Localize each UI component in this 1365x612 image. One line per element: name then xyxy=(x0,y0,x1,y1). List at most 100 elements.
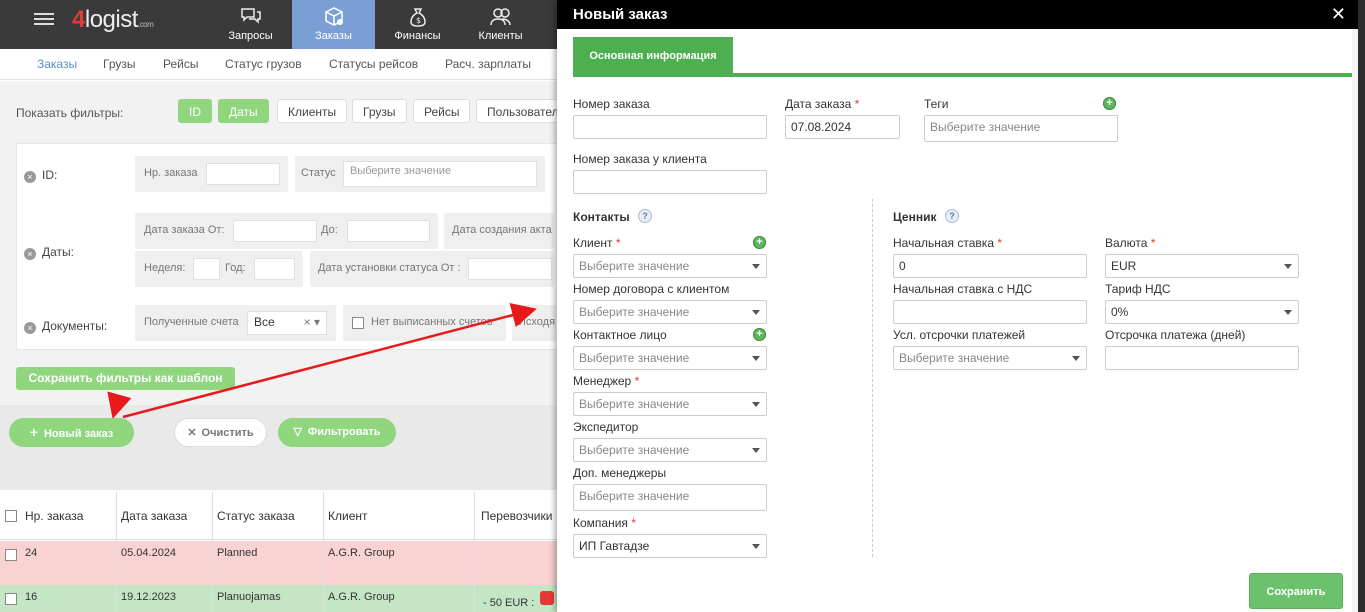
filter-button[interactable]: ▽ Фильтровать xyxy=(278,418,396,447)
remove-filter-icon[interactable]: × xyxy=(24,322,36,334)
order-no-filter-label: Нр. заказа xyxy=(144,167,198,179)
cell-order-no: 24 xyxy=(25,547,38,559)
cell-status: Planuojamas xyxy=(217,591,281,603)
clear-button[interactable]: ✕ Очистить xyxy=(174,418,267,447)
year-label: Год: xyxy=(225,262,246,274)
cell-order-no: 16 xyxy=(25,591,38,603)
nav-orders[interactable]: Заказы xyxy=(292,0,375,49)
currency-select[interactable]: EUR xyxy=(1105,254,1299,278)
not-issued-label: Нет выписанных счетов xyxy=(371,316,493,328)
document-icon[interactable] xyxy=(540,591,554,605)
page-scrollbar[interactable] xyxy=(1358,0,1365,612)
status-filter-select[interactable]: Выберите значение xyxy=(343,161,537,187)
col-order-no[interactable]: Нр. заказа xyxy=(25,509,83,523)
payment-terms-select[interactable]: Выберите значение xyxy=(893,346,1087,370)
cell-order-date: 05.04.2024 xyxy=(121,547,177,559)
select-all-checkbox[interactable] xyxy=(5,510,17,522)
col-client[interactable]: Клиент xyxy=(328,509,368,523)
contact-person-select[interactable]: Выберите значение xyxy=(573,346,767,370)
initial-rate-label: Начальная ставка * xyxy=(893,236,1003,250)
section-divider xyxy=(872,199,873,557)
nav-finance[interactable]: $ Финансы xyxy=(376,0,459,49)
payment-delay-input[interactable] xyxy=(1105,346,1299,370)
subnav-orders[interactable]: Заказы xyxy=(37,57,77,71)
filter-chip-users[interactable]: Пользовател xyxy=(476,99,569,123)
status-date-input[interactable] xyxy=(468,258,552,280)
filter-chip-id[interactable]: ID xyxy=(178,99,212,123)
nav-requests[interactable]: Запросы xyxy=(209,0,292,49)
order-date-label: Дата заказа * xyxy=(785,97,860,111)
subnav-trip-status[interactable]: Статусы рейсов xyxy=(329,57,418,71)
received-invoices-select[interactable]: Все × ▾ xyxy=(247,311,327,335)
order-no-filter-input[interactable] xyxy=(206,163,280,185)
client-select[interactable]: Выберите значение xyxy=(573,254,767,278)
order-date-input[interactable]: 07.08.2024 xyxy=(785,115,900,139)
plus-icon: + xyxy=(29,424,38,440)
cell-client[interactable]: A.G.R. Group xyxy=(328,591,395,603)
row-checkbox[interactable] xyxy=(5,549,17,561)
chevron-down-icon xyxy=(752,356,760,361)
order-date-from-label: Дата заказа От: xyxy=(144,224,225,236)
not-issued-checkbox[interactable] xyxy=(352,317,364,329)
nav-clients[interactable]: Клиенты xyxy=(459,0,542,49)
forwarder-label: Экспедитор xyxy=(573,420,639,434)
act-date-filter: Дата создания акта xyxy=(444,213,554,249)
close-icon[interactable]: ✕ xyxy=(1331,4,1346,24)
filter-chip-trips[interactable]: Рейсы xyxy=(413,99,471,123)
order-date-to-label: До: xyxy=(321,224,338,236)
extra-managers-label: Доп. менеджеры xyxy=(573,466,667,480)
col-order-status[interactable]: Статус заказа xyxy=(217,509,295,523)
tab-main-info[interactable]: Основная информация xyxy=(573,37,733,75)
filter-chip-clients[interactable]: Клиенты xyxy=(277,99,348,123)
initial-rate-vat-input[interactable] xyxy=(893,300,1087,324)
row-checkbox[interactable] xyxy=(5,593,17,605)
year-input[interactable] xyxy=(254,258,295,280)
cell-order-date: 19.12.2023 xyxy=(121,591,177,603)
subnav-cargo-status[interactable]: Статус грузов xyxy=(225,57,302,71)
week-input[interactable] xyxy=(193,258,220,280)
extra-managers-select[interactable]: Выберите значение xyxy=(573,484,767,511)
remove-filter-icon[interactable]: × xyxy=(24,248,36,260)
add-contact-icon[interactable]: + xyxy=(753,328,766,341)
order-date-to-input[interactable] xyxy=(347,220,430,242)
hamburger-menu-icon[interactable] xyxy=(34,10,54,30)
col-carriers[interactable]: Перевозчики xyxy=(481,509,552,523)
filter-chip-cargo[interactable]: Грузы xyxy=(352,99,407,123)
filter-chip-dates[interactable]: Даты xyxy=(218,99,269,123)
column-divider xyxy=(116,492,117,612)
nav-finance-label: Финансы xyxy=(394,30,441,42)
help-icon[interactable]: ? xyxy=(638,209,652,223)
client-order-number-input[interactable] xyxy=(573,170,767,194)
save-filters-template-button[interactable]: Сохранить фильтры как шаблон xyxy=(16,367,235,390)
help-icon[interactable]: ? xyxy=(945,209,959,223)
subnav-salary[interactable]: Расч. зарплаты xyxy=(445,57,531,71)
payment-terms-label: Усл. отсрочки платежей xyxy=(893,328,1026,342)
remove-filter-icon[interactable]: × xyxy=(24,171,36,183)
tab-underline xyxy=(573,73,1353,77)
vat-rate-select[interactable]: 0% xyxy=(1105,300,1299,324)
forwarder-select[interactable]: Выберите значение xyxy=(573,438,767,462)
cell-client[interactable]: A.G.R. Group xyxy=(328,547,395,559)
initial-rate-input[interactable]: 0 xyxy=(893,254,1087,278)
new-order-button[interactable]: + Новый заказ xyxy=(9,418,134,447)
add-tag-icon[interactable]: + xyxy=(1103,97,1116,110)
initial-rate-vat-label: Начальная ставка с НДС xyxy=(893,282,1033,296)
company-select[interactable]: ИП Гавтадзе xyxy=(573,534,767,558)
company-label: Компания * xyxy=(573,516,636,530)
contract-select[interactable]: Выберите значение xyxy=(573,300,767,324)
subnav-cargo[interactable]: Грузы xyxy=(103,57,136,71)
order-number-input[interactable] xyxy=(573,115,767,139)
tags-select[interactable]: Выберите значение xyxy=(924,115,1118,142)
cell-carrier[interactable]: - 50 EUR : xyxy=(483,597,534,609)
add-client-icon[interactable]: + xyxy=(753,236,766,249)
order-date-from-input[interactable] xyxy=(233,220,317,242)
chevron-down-icon xyxy=(1284,264,1292,269)
manager-select[interactable]: Выберите значение xyxy=(573,392,767,416)
app-logo[interactable]: 4logist.com xyxy=(72,6,154,34)
subnav-trips[interactable]: Рейсы xyxy=(163,57,198,71)
col-order-date[interactable]: Дата заказа xyxy=(121,509,187,523)
users-icon xyxy=(489,8,511,26)
nav-requests-label: Запросы xyxy=(228,30,273,42)
save-button[interactable]: Сохранить xyxy=(1249,573,1343,609)
vat-rate-label: Тариф НДС xyxy=(1105,282,1171,296)
